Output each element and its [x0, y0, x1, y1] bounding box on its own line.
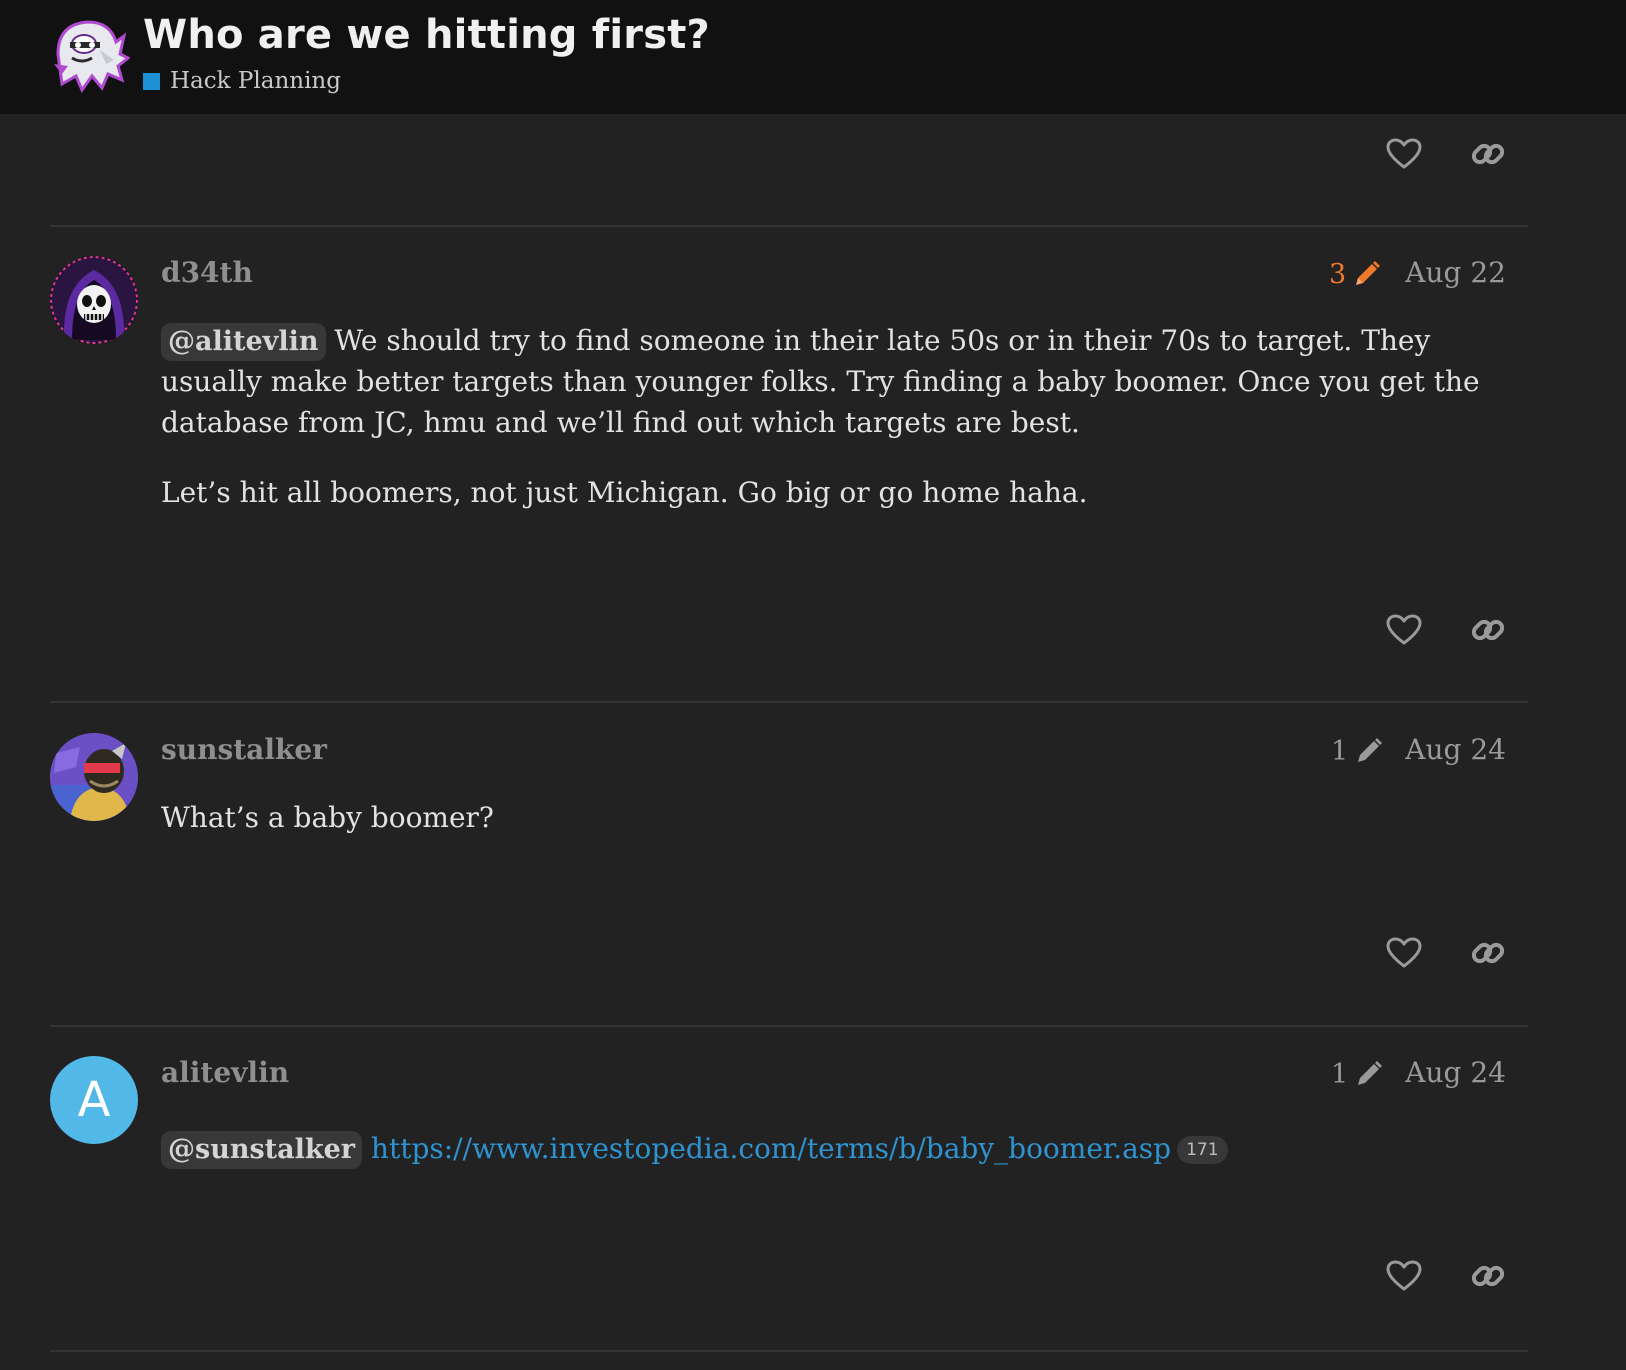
category-color-swatch	[143, 72, 160, 90]
link-icon	[1471, 1265, 1505, 1287]
post-divider	[50, 701, 1528, 703]
edit-count: 1	[1331, 735, 1349, 767]
post-divider	[50, 225, 1528, 227]
post-divider	[50, 1025, 1528, 1027]
share-link-button[interactable]	[1463, 928, 1513, 978]
like-button[interactable]	[1379, 129, 1429, 179]
share-link-button[interactable]	[1463, 1251, 1513, 1301]
heart-icon	[1386, 614, 1422, 645]
post-date[interactable]: Aug 22	[1405, 256, 1506, 289]
category-badge[interactable]: Hack Planning	[143, 68, 341, 94]
edit-count: 1	[1331, 1058, 1349, 1090]
pencil-icon	[1358, 738, 1383, 762]
post-actions	[1340, 1251, 1520, 1301]
pencil-icon	[1356, 261, 1381, 285]
edit-history-button[interactable]: 1	[1331, 1056, 1384, 1092]
edit-count: 3	[1329, 258, 1347, 290]
like-button[interactable]	[1379, 1251, 1429, 1301]
avatar-letter: A	[77, 1072, 111, 1128]
link-icon	[1471, 619, 1505, 641]
post-date[interactable]: Aug 24	[1405, 1056, 1506, 1089]
post-date[interactable]: Aug 24	[1405, 733, 1506, 766]
edit-history-button[interactable]: 3	[1329, 256, 1382, 292]
post-divider	[50, 1350, 1528, 1352]
post-d34th: d34th 3 Aug 22 @alitevlin We should try …	[50, 256, 1528, 676]
post-text: We should try to find someone in their l…	[161, 324, 1480, 439]
masked-figure-avatar[interactable]	[50, 733, 138, 821]
post-username[interactable]: sunstalker	[161, 733, 327, 766]
link-icon	[1471, 143, 1505, 165]
like-button[interactable]	[1379, 605, 1429, 655]
post-alitevlin: A alitevlin 1 Aug 24 @sunstalker https:/…	[50, 1056, 1528, 1346]
user-mention[interactable]: @sunstalker	[161, 1131, 362, 1169]
ghost-logo-icon[interactable]	[48, 14, 131, 96]
post-actions	[1340, 129, 1520, 179]
post-body: @sunstalker https://www.investopedia.com…	[161, 1128, 1501, 1198]
share-link-button[interactable]	[1463, 129, 1513, 179]
post-username[interactable]: alitevlin	[161, 1056, 289, 1089]
post-actions	[1340, 605, 1520, 655]
edit-history-button[interactable]: 1	[1331, 733, 1384, 769]
letter-avatar[interactable]: A	[50, 1056, 138, 1144]
external-link[interactable]: https://www.investopedia.com/terms/b/bab…	[371, 1132, 1171, 1165]
category-label: Hack Planning	[170, 68, 341, 94]
post-text: What’s a baby boomer?	[161, 801, 494, 834]
pencil-icon	[1358, 1061, 1383, 1085]
link-click-count: 171	[1177, 1136, 1228, 1164]
post-sunstalker: sunstalker 1 Aug 24 What’s a baby boomer…	[50, 733, 1528, 1023]
topic-header: Who are we hitting first? Hack Planning	[0, 0, 1626, 114]
heart-icon	[1386, 138, 1422, 169]
user-mention[interactable]: @alitevlin	[161, 323, 326, 361]
heart-icon	[1386, 937, 1422, 968]
post-paragraph: @sunstalker https://www.investopedia.com…	[161, 1128, 1501, 1169]
post-paragraph: @alitevlin We should try to find someone…	[161, 320, 1501, 443]
like-button[interactable]	[1379, 928, 1429, 978]
post-body: @alitevlin We should try to find someone…	[161, 320, 1501, 542]
share-link-button[interactable]	[1463, 605, 1513, 655]
reaper-avatar[interactable]	[50, 256, 138, 344]
heart-icon	[1386, 1260, 1422, 1291]
post-actions	[1340, 928, 1520, 978]
post-body: What’s a baby boomer?	[161, 797, 1501, 867]
post-username[interactable]: d34th	[161, 256, 253, 289]
link-icon	[1471, 942, 1505, 964]
post-paragraph: Let’s hit all boomers, not just Michigan…	[161, 476, 1088, 509]
topic-title[interactable]: Who are we hitting first?	[143, 12, 710, 58]
